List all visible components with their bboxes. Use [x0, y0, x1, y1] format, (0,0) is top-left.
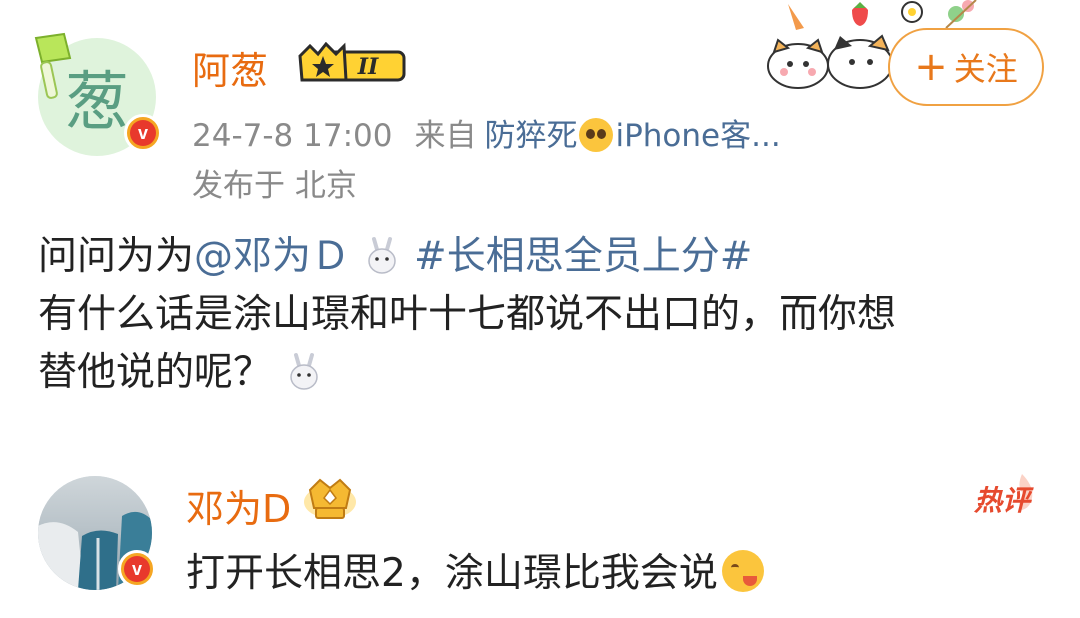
follow-button[interactable]: + 关注 — [888, 28, 1044, 106]
plus-icon: + — [914, 44, 948, 90]
lightstick-icon — [34, 32, 72, 99]
post-body-line-3: 替他说的呢？ — [38, 344, 1048, 402]
svg-text:II: II — [357, 54, 379, 80]
post-body-line-2: 有什么话是涂山璟和叶十七都说不出口的，而你想 — [38, 292, 897, 337]
post-meta: 24-7-8 17:00 来自 防猝死 iPhone客... — [192, 110, 781, 155]
hot-comment-badge: 热评 — [962, 472, 1042, 526]
post-location: 发布于 北京 — [192, 168, 357, 204]
from-label: 来自 — [414, 118, 477, 154]
comment-text: 打开长相思2，涂山璟比我会说 — [186, 542, 764, 598]
post-timestamp: 24-7-8 17:00 — [192, 118, 393, 154]
rabbit-emoji-icon — [368, 237, 396, 274]
crown-badge-icon[interactable] — [302, 478, 358, 522]
post-body: 问问为为@邓为Ｄ #长相思全员上分# 有什么话是涂山璟和叶十七都说不出口的，而你想… — [38, 228, 1048, 402]
follow-label: 关注 — [953, 50, 1018, 88]
commenter-avatar[interactable]: v — [38, 476, 156, 590]
device-source-link[interactable]: 防猝死 iPhone客... — [484, 118, 781, 154]
hashtag-link[interactable]: #长相思全员上分# — [414, 234, 752, 279]
commenter-name[interactable]: 邓为D — [186, 478, 291, 533]
mention-link[interactable]: @邓为Ｄ — [194, 234, 350, 279]
crown-level-badge-icon[interactable]: II — [296, 42, 410, 86]
pleading-face-icon — [579, 118, 614, 152]
rabbit-emoji-icon — [290, 353, 318, 390]
yummy-face-icon — [721, 550, 764, 592]
author-avatar[interactable]: 葱 v — [34, 32, 162, 156]
hot-comment-label: 热评 — [973, 484, 1030, 517]
verified-badge-icon: v — [124, 114, 162, 152]
author-name[interactable]: 阿葱 — [192, 40, 268, 95]
verified-badge-icon: v — [118, 550, 156, 588]
post-body-line-1: 问问为为@邓为Ｄ #长相思全员上分# — [38, 234, 753, 279]
